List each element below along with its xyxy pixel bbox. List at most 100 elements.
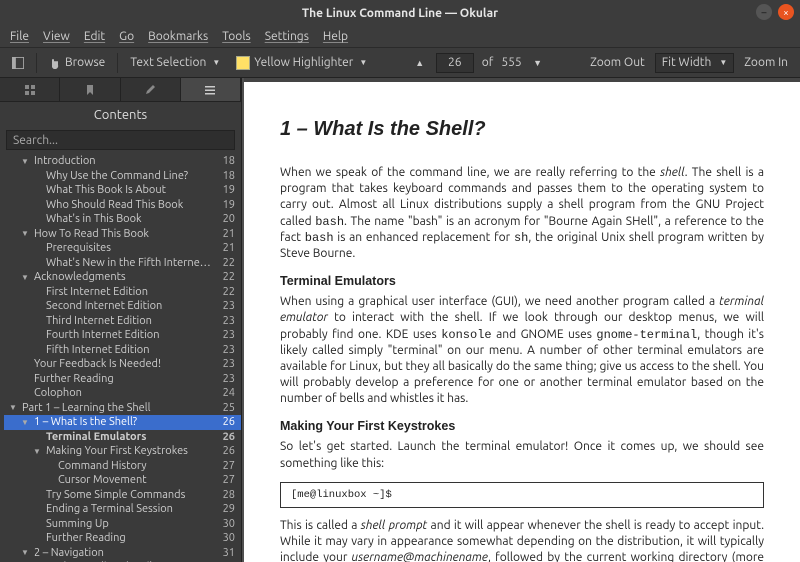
disclosure-icon[interactable]: ▼ (32, 447, 42, 456)
table-of-contents[interactable]: ▼Introduction18Why Use the Command Line?… (0, 154, 241, 562)
toc-item[interactable]: Command History27 (4, 459, 241, 474)
titlebar: The Linux Command Line — Okular – × (0, 0, 800, 26)
toc-item-page: 19 (215, 199, 235, 211)
search-placeholder: Search... (13, 134, 58, 147)
toc-item[interactable]: ▼Introduction18 (4, 154, 241, 169)
toc-item-page: 18 (215, 155, 235, 167)
zoom-in-button[interactable]: Zoom In (738, 52, 794, 74)
toc-item[interactable]: Summing Up30 (4, 517, 241, 532)
toc-item-label: Third Internet Edition (46, 315, 215, 327)
bookmark-icon (84, 84, 96, 96)
minimize-button[interactable]: – (756, 4, 772, 20)
main-toolbar: Browse Text Selection ▼ Yellow Highlight… (0, 48, 800, 78)
toc-item[interactable]: ▼2 – Navigation31 (4, 546, 241, 561)
list-icon (204, 84, 216, 96)
toc-item-label: Part 1 – Learning the Shell (22, 402, 215, 414)
toc-item[interactable]: Cursor Movement27 (4, 473, 241, 488)
toc-item-label: Summing Up (46, 518, 215, 530)
toc-item-page: 21 (215, 228, 235, 240)
disclosure-icon[interactable]: ▼ (8, 403, 18, 412)
toc-item[interactable]: ▼ 1 – What Is the Shell?26 (4, 415, 241, 430)
toc-item-page: 22 (215, 271, 235, 283)
toc-item-page: 26 (215, 416, 235, 428)
zoom-mode-select[interactable]: Fit Width ▼ (655, 53, 734, 73)
prev-page-button[interactable]: ▲ (408, 52, 432, 74)
sidebar-tab-bookmarks[interactable] (60, 78, 120, 101)
sidebar-tab-annotations[interactable] (121, 78, 181, 101)
toc-item[interactable]: Further Reading30 (4, 531, 241, 546)
toc-item[interactable]: Ending a Terminal Session29 (4, 502, 241, 517)
menu-view[interactable]: View (43, 30, 70, 43)
next-page-button[interactable]: ▼ (526, 52, 550, 74)
toc-item[interactable]: What's in This Book20 (4, 212, 241, 227)
toc-item-label: Acknowledgments (34, 271, 215, 283)
highlighter-button[interactable]: Yellow Highlighter ▼ (230, 52, 373, 74)
menu-bookmarks[interactable]: Bookmarks (148, 30, 208, 43)
disclosure-icon[interactable]: ▼ (20, 548, 30, 557)
section-heading: Making Your First Keystrokes (280, 419, 764, 433)
toc-item[interactable]: Who Should Read This Book19 (4, 198, 241, 213)
menu-tools[interactable]: Tools (222, 30, 251, 43)
toc-item[interactable]: Prerequisites21 (4, 241, 241, 256)
browse-button[interactable]: Browse (43, 52, 111, 74)
toc-item[interactable]: ▼Part 1 – Learning the Shell25 (4, 401, 241, 416)
highlighter-icon (236, 56, 250, 70)
toc-item[interactable]: What's New in the Fifth Internet Ed...22 (4, 256, 241, 271)
menu-settings[interactable]: Settings (265, 30, 309, 43)
toc-search-input[interactable]: Search... (6, 130, 235, 150)
toc-item-page: 27 (215, 474, 235, 486)
disclosure-icon[interactable]: ▼ (20, 157, 30, 166)
toc-item-label: Further Reading (34, 373, 215, 385)
page-heading: 1 – What Is the Shell? (280, 118, 764, 141)
window-title: The Linux Command Line — Okular (302, 7, 498, 20)
menu-edit[interactable]: Edit (84, 30, 105, 43)
panel-icon (12, 56, 24, 70)
toc-item-label: What's in This Book (46, 213, 215, 225)
chevron-up-icon: ▲ (415, 58, 424, 68)
toc-item-page: 23 (215, 329, 235, 341)
sidebar-tab-contents[interactable] (181, 78, 241, 101)
menu-help[interactable]: Help (323, 30, 348, 43)
toc-item[interactable]: Try Some Simple Commands28 (4, 488, 241, 503)
text-selection-button[interactable]: Text Selection ▼ (124, 52, 226, 74)
toc-item-label: Try Some Simple Commands (46, 489, 215, 501)
toc-item-label: Prerequisites (46, 242, 215, 254)
toc-item[interactable]: ▼Making Your First Keystrokes26 (4, 444, 241, 459)
toc-item[interactable]: Fifth Internet Edition23 (4, 343, 241, 358)
disclosure-icon[interactable]: ▼ (20, 273, 30, 282)
toc-item[interactable]: First Internet Edition22 (4, 285, 241, 300)
page-number-input[interactable] (436, 53, 474, 73)
toc-item-page: 23 (215, 358, 235, 370)
toc-item[interactable]: What This Book Is About19 (4, 183, 241, 198)
sidebar-tab-thumbnails[interactable] (0, 78, 60, 101)
page-of-label: of (482, 56, 494, 69)
toc-item-label: 1 – What Is the Shell? (34, 416, 215, 428)
disclosure-icon[interactable]: ▼ (20, 418, 30, 427)
toc-item-label: Ending a Terminal Session (46, 503, 215, 515)
toc-item[interactable]: ▼How To Read This Book21 (4, 227, 241, 242)
document-viewport[interactable]: 1 – What Is the Shell? When we speak of … (242, 78, 800, 562)
thumbnails-icon (24, 84, 36, 96)
toc-item-label: Making Your First Keystrokes (46, 445, 215, 457)
toc-item[interactable]: Second Internet Edition23 (4, 299, 241, 314)
toc-item[interactable]: Further Reading23 (4, 372, 241, 387)
menu-file[interactable]: File (10, 30, 29, 43)
toc-item[interactable]: Your Feedback Is Needed!23 (4, 357, 241, 372)
toc-item[interactable]: Colophon24 (4, 386, 241, 401)
toc-item[interactable]: ▼ Acknowledgments22 (4, 270, 241, 285)
toc-item-label: Fourth Internet Edition (46, 329, 215, 341)
toc-item-label: Fifth Internet Edition (46, 344, 215, 356)
toc-item-label: First Internet Edition (46, 286, 215, 298)
toc-item[interactable]: Third Internet Edition23 (4, 314, 241, 329)
toc-item-page: 19 (215, 184, 235, 196)
toc-item[interactable]: Terminal Emulators26 (4, 430, 241, 445)
toc-item[interactable]: Why Use the Command Line?18 (4, 169, 241, 184)
menu-go[interactable]: Go (119, 30, 134, 43)
zoom-out-button[interactable]: Zoom Out (584, 52, 651, 74)
toc-item-label: 2 – Navigation (34, 547, 215, 559)
close-button[interactable]: × (778, 4, 794, 20)
sidebar-toggle-button[interactable] (6, 52, 30, 74)
toc-item[interactable]: Fourth Internet Edition23 (4, 328, 241, 343)
disclosure-icon[interactable]: ▼ (20, 229, 30, 238)
chevron-down-icon: ▼ (212, 58, 220, 67)
